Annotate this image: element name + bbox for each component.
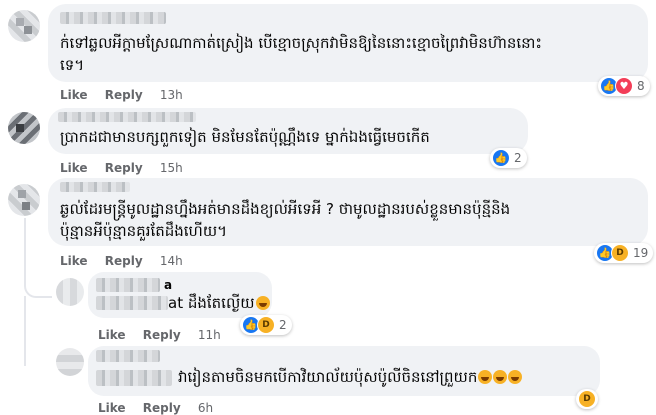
comment-bubble: ឆ្ងល់ដែរមន្ត្រីមូលដ្ឋានហ្នឹងអត់មានដឹងខ្យ… (48, 178, 648, 246)
laughing-emoji-icon (508, 370, 523, 384)
replier-avatar[interactable] (56, 348, 84, 376)
reaction-summary[interactable]: 👍 2 (490, 148, 527, 168)
reaction-count: 2 (279, 318, 287, 332)
reaction-count: 8 (637, 79, 645, 93)
like-button[interactable]: Like (60, 161, 88, 175)
reply-bubble: a at ដឹងតែល្ងើយ (88, 272, 272, 318)
comment-bubble: ក់ទៅឆ្លលអីក្តាមស្រែណាកាត់ស្រៀង បើខ្មោចស្… (48, 4, 648, 82)
reply-bubble: វារៀនតាមចិនមកបើកាវិយាល័យប៉ុសប៉ូលីចិននៅព្… (88, 346, 600, 396)
like-button[interactable]: Like (60, 254, 88, 268)
love-reaction-icon: ♥ (615, 77, 633, 95)
commenter-name[interactable] (58, 112, 196, 122)
reaction-summary[interactable]: 👍 D 19 (594, 243, 654, 263)
replier-name[interactable] (96, 278, 160, 292)
reply-text-body: វារៀនតាមចិនមកបើកាវិយាល័យប៉ុសប៉ូលីចិននៅព្… (178, 368, 478, 386)
comment-text-line: ប្រាកដជាមានបក្សពួកទៀត មិនមែនតែប៉ុណ្ណឹងទេ… (60, 128, 430, 146)
commenter-avatar[interactable] (8, 112, 40, 144)
reply-text-body: ដឹងតែល្ងើយ (187, 294, 255, 312)
replier-name[interactable] (96, 350, 160, 362)
reply-button[interactable]: Reply (143, 328, 181, 342)
comment-actions: Like Reply 13h (60, 88, 196, 102)
reaction-count: 19 (633, 246, 649, 260)
comment-bubble: ប្រាកដជាមានបក្សពួកទៀត មិនមែនតែប៉ុណ្ណឹងទេ… (48, 108, 528, 154)
commenter-name[interactable] (60, 12, 166, 24)
commenter-avatar[interactable] (8, 10, 40, 42)
reaction-summary[interactable]: 👍 ♥ 8 (598, 76, 650, 96)
like-button[interactable]: Like (98, 401, 126, 415)
reply-timestamp[interactable]: 11h (198, 328, 221, 342)
comment-timestamp[interactable]: 15h (160, 161, 183, 175)
comment-text-line: ក់ទៅឆ្លលអីក្តាមស្រែណាកាត់ស្រៀង បើខ្មោចស្… (60, 34, 543, 52)
laughing-emoji-icon (493, 370, 508, 384)
reply-button[interactable]: Reply (143, 401, 181, 415)
reaction-summary[interactable]: D (576, 389, 598, 409)
replier-name-tail: a (164, 278, 173, 292)
laughing-emoji-icon (478, 370, 493, 384)
comment-actions: Like Reply 14h (60, 254, 196, 268)
like-button[interactable]: Like (98, 328, 126, 342)
haha-reaction-icon: D (578, 390, 596, 408)
reply-actions: Like Reply 11h (98, 328, 234, 342)
like-button[interactable]: Like (60, 88, 88, 102)
like-reaction-icon: 👍 (492, 149, 510, 167)
comment-actions: Like Reply 15h (60, 161, 196, 175)
commenter-avatar[interactable] (8, 184, 40, 216)
comment-timestamp[interactable]: 14h (160, 254, 183, 268)
reply-text-prefix: at (168, 294, 184, 312)
reply-thread-line (24, 296, 52, 366)
reply-timestamp[interactable]: 6h (198, 401, 213, 415)
reaction-summary[interactable]: 👍 D 2 (240, 315, 292, 335)
reply-text: at ដឹងតែល្ងើយ (168, 292, 270, 314)
commenter-name[interactable] (60, 182, 130, 192)
comment-timestamp[interactable]: 13h (160, 88, 183, 102)
reply-button[interactable]: Reply (105, 161, 143, 175)
haha-reaction-icon: D (257, 316, 275, 334)
replier-avatar[interactable] (56, 278, 84, 306)
mention-blur (96, 370, 172, 386)
reply-thread-line (24, 218, 52, 298)
haha-reaction-icon: D (611, 244, 629, 262)
reply-button[interactable]: Reply (105, 88, 143, 102)
reaction-count: 2 (514, 151, 522, 165)
reply-button[interactable]: Reply (105, 254, 143, 268)
comment-text-line: ឆ្ងល់ដែរមន្ត្រីមូលដ្ឋានហ្នឹងអត់មានដឹងខ្យ… (60, 200, 511, 218)
comment-text-line: ទេ។ (60, 56, 85, 74)
reply-actions: Like Reply 6h (98, 401, 226, 415)
laughing-emoji-icon (255, 296, 270, 310)
reply-text: វារៀនតាមចិនមកបើកាវិយាល័យប៉ុសប៉ូលីចិននៅព្… (178, 366, 523, 388)
comment-text-line: ប៉ុន្មានអីប៉ុន្មានគួរតែដឹងហើយ។ (60, 222, 227, 240)
mention-blur (96, 296, 168, 310)
